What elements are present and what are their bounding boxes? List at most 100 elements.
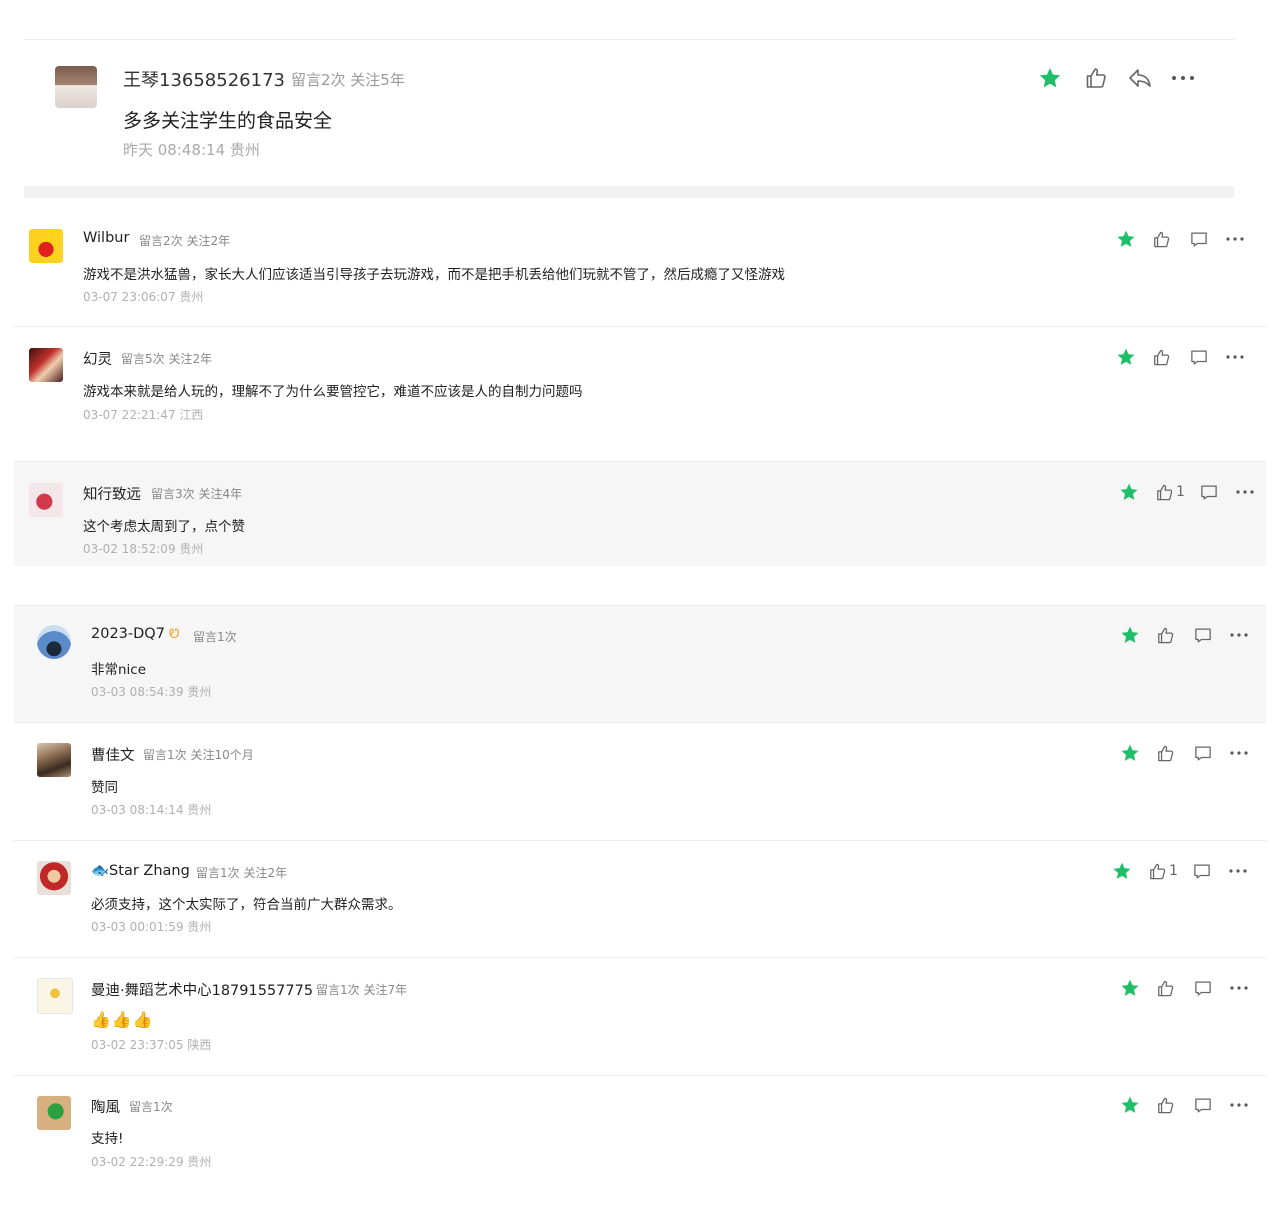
reply-author[interactable]: 2023-DQ7 Ꮼ — [91, 626, 179, 642]
comment-icon[interactable] — [1189, 348, 1209, 367]
star-icon[interactable] — [1037, 64, 1063, 92]
reply-author[interactable]: 🐟Star Zhang — [91, 862, 190, 879]
thumbs-up-icon[interactable] — [1156, 1096, 1175, 1115]
reply-actions — [1120, 743, 1249, 763]
more-icon[interactable] — [1228, 868, 1248, 874]
reply-author[interactable]: Wilbur — [83, 230, 129, 246]
thumbs-up-icon[interactable] — [1152, 348, 1171, 367]
reply-author-text[interactable]: 2023-DQ7 — [91, 626, 165, 642]
comment-icon[interactable] — [1193, 744, 1213, 763]
reply-time: 03-07 22:21:47 江西 — [83, 408, 204, 422]
reply-actions — [1120, 625, 1249, 645]
reply-meta: 留言3次 关注4年 — [151, 487, 243, 501]
row-divider — [14, 840, 1266, 841]
star-icon[interactable] — [1112, 861, 1132, 881]
avatar[interactable] — [37, 1096, 71, 1130]
avatar[interactable] — [37, 978, 73, 1014]
reply-meta: 留言1次 — [129, 1100, 173, 1114]
reply-actions: 1 — [1119, 482, 1255, 502]
star-icon[interactable] — [1116, 229, 1136, 249]
reply-meta: 留言1次 关注7年 — [316, 983, 408, 997]
row-divider — [14, 461, 1266, 462]
butterfly-icon: Ꮼ — [168, 627, 180, 642]
avatar[interactable] — [29, 483, 63, 517]
more-icon[interactable] — [1169, 64, 1197, 92]
more-icon[interactable] — [1225, 354, 1245, 360]
more-icon[interactable] — [1229, 1102, 1249, 1108]
reply-meta: 留言1次 — [193, 630, 237, 644]
comment-author[interactable]: 王琴13658526173 — [123, 66, 285, 92]
reply-text: 支持! — [91, 1131, 124, 1147]
star-icon[interactable] — [1120, 978, 1140, 998]
reply-author[interactable]: 陶風 — [91, 1096, 120, 1117]
reply-text: 游戏本来就是给人玩的，理解不了为什么要管控它，难道不应该是人的自制力问题吗 — [83, 384, 583, 400]
reply-time: 03-02 22:29:29 贵州 — [91, 1155, 212, 1169]
thumbs-up-icon[interactable] — [1156, 626, 1175, 645]
reply-author[interactable]: 曼迪·舞蹈艺术中心18791557775 — [91, 979, 313, 1000]
star-icon[interactable] — [1120, 743, 1140, 763]
comment-icon[interactable] — [1193, 979, 1213, 998]
reply-text: 游戏不是洪水猛兽，家长大人们应该适当引导孩子去玩游戏，而不是把手机丢给他们玩就不… — [83, 267, 785, 283]
reply-actions — [1120, 978, 1249, 998]
avatar[interactable] — [37, 861, 71, 895]
reply-meta: 留言2次 关注2年 — [139, 234, 231, 248]
reply-author[interactable]: 知行致远 — [83, 483, 141, 504]
thumbs-up-icon[interactable] — [1148, 862, 1167, 881]
reply-meta: 留言1次 关注10个月 — [143, 748, 254, 762]
reply-time: 03-03 00:01:59 贵州 — [91, 920, 212, 934]
row-divider — [14, 1075, 1266, 1076]
star-icon[interactable] — [1116, 347, 1136, 367]
thumbs-up-icon[interactable] — [1156, 979, 1175, 998]
reply-author[interactable]: 幻灵 — [83, 348, 112, 369]
reply-time: 03-02 18:52:09 贵州 — [83, 542, 204, 556]
comment-icon[interactable] — [1193, 1096, 1213, 1115]
reply-actions — [1116, 229, 1245, 249]
row-divider — [14, 957, 1266, 958]
reply-time: 03-02 23:37:05 陕西 — [91, 1038, 212, 1052]
reply-actions — [1116, 347, 1245, 367]
more-icon[interactable] — [1229, 985, 1249, 991]
star-icon[interactable] — [1119, 482, 1139, 502]
reply-actions: 1 — [1112, 861, 1248, 881]
reply-text: 这个考虑太周到了，点个赞 — [83, 519, 245, 535]
comment-icon[interactable] — [1189, 230, 1209, 249]
reply-time: 03-03 08:14:14 贵州 — [91, 803, 212, 817]
comment-meta: 留言2次 关注5年 — [291, 71, 405, 89]
avatar[interactable] — [37, 625, 71, 659]
star-icon[interactable] — [1120, 1095, 1140, 1115]
more-icon[interactable] — [1229, 750, 1249, 756]
reply-icon[interactable] — [1127, 64, 1153, 92]
comment-icon[interactable] — [1193, 626, 1213, 645]
more-icon[interactable] — [1235, 489, 1255, 495]
comment-icon[interactable] — [1199, 483, 1219, 502]
comment-text: 多多关注学生的食品安全 — [123, 110, 333, 132]
row-divider — [14, 326, 1266, 327]
avatar[interactable] — [37, 743, 71, 777]
reply-actions — [1120, 1095, 1249, 1115]
highlighted-row — [14, 605, 1266, 722]
reply-text: 👍👍👍 — [91, 1010, 154, 1029]
row-divider — [14, 605, 1266, 606]
reply-meta: 留言1次 关注2年 — [196, 866, 288, 880]
like-count: 1 — [1169, 863, 1178, 879]
reply-time: 03-03 08:54:39 贵州 — [91, 685, 212, 699]
thumbs-up-icon[interactable] — [1152, 230, 1171, 249]
reply-author[interactable]: 曹佳文 — [91, 744, 135, 765]
avatar[interactable] — [55, 66, 97, 108]
more-icon[interactable] — [1229, 632, 1249, 638]
reply-meta: 留言5次 关注2年 — [121, 352, 213, 366]
like-count: 1 — [1176, 484, 1185, 500]
star-icon[interactable] — [1120, 625, 1140, 645]
section-separator — [24, 186, 1234, 198]
thumbs-up-icon[interactable] — [1156, 744, 1175, 763]
reply-text: 赞同 — [91, 780, 118, 796]
thumbs-up-icon[interactable] — [1155, 483, 1174, 502]
reply-time: 03-07 23:06:07 贵州 — [83, 290, 204, 304]
thumbs-up-icon[interactable] — [1083, 64, 1109, 92]
more-icon[interactable] — [1225, 236, 1245, 242]
comment-time: 昨天 08:48:14 贵州 — [123, 141, 260, 159]
avatar[interactable] — [29, 229, 63, 263]
comment-icon[interactable] — [1192, 862, 1212, 881]
row-divider — [14, 722, 1266, 723]
avatar[interactable] — [29, 348, 63, 382]
